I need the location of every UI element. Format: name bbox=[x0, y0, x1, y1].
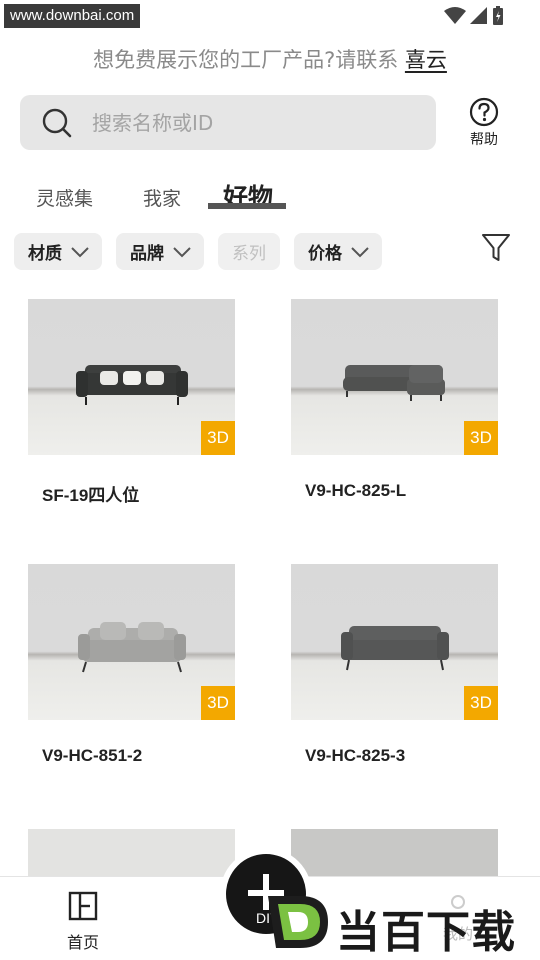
filter-price[interactable]: 价格 bbox=[294, 233, 382, 270]
watermark-url: www.downbai.com bbox=[4, 4, 141, 28]
3d-badge: 3D bbox=[201, 686, 235, 720]
3d-badge: 3D bbox=[464, 421, 498, 455]
product-card[interactable]: 3D V9-HC-825-L bbox=[291, 299, 498, 501]
tab-inspiration[interactable]: 灵感集 bbox=[36, 184, 93, 211]
product-thumbnail bbox=[28, 829, 235, 877]
search-input[interactable] bbox=[92, 110, 392, 135]
nav-home-label: 首页 bbox=[66, 933, 99, 952]
product-title: V9-HC-825-L bbox=[305, 481, 407, 500]
product-title: V9-HC-851-2 bbox=[42, 746, 143, 765]
promo-banner: 想免费展示您的工厂产品?请联系 喜云 bbox=[0, 44, 540, 74]
product-title: SF-19四人位 bbox=[42, 486, 140, 505]
chevron-down-icon bbox=[173, 246, 191, 257]
wifi-icon bbox=[444, 7, 466, 24]
category-tabs: 灵感集 我家 好物 bbox=[0, 178, 540, 218]
product-card[interactable] bbox=[291, 829, 498, 877]
filter-series: 系列 bbox=[218, 233, 280, 270]
product-card[interactable] bbox=[28, 829, 235, 877]
help-icon bbox=[469, 97, 499, 127]
filter-brand[interactable]: 品牌 bbox=[116, 233, 204, 270]
product-thumbnail: 3D bbox=[28, 564, 235, 720]
chevron-down-icon bbox=[71, 246, 89, 257]
home-icon bbox=[68, 891, 98, 921]
filter-material-label: 材质 bbox=[28, 244, 62, 264]
status-icons bbox=[444, 6, 504, 26]
contact-link[interactable]: 喜云 bbox=[405, 48, 447, 72]
logo-d-icon bbox=[268, 896, 328, 948]
product-title: V9-HC-825-3 bbox=[305, 746, 406, 765]
product-thumbnail: 3D bbox=[291, 564, 498, 720]
chevron-down-icon bbox=[351, 246, 369, 257]
search-icon bbox=[42, 108, 72, 137]
status-bar: www.downbai.com bbox=[0, 0, 540, 30]
help-label: 帮助 bbox=[470, 132, 498, 148]
site-logo-text: 当百下载 bbox=[336, 907, 516, 958]
3d-badge: 3D bbox=[201, 421, 235, 455]
search-bar[interactable] bbox=[20, 95, 436, 150]
product-card[interactable]: 3D V9-HC-851-2 bbox=[28, 564, 235, 766]
product-thumbnail bbox=[291, 829, 498, 877]
product-card[interactable]: 3D V9-HC-825-3 bbox=[291, 564, 498, 766]
product-thumbnail: 3D bbox=[28, 299, 235, 455]
filter-funnel-icon[interactable] bbox=[481, 232, 511, 264]
3d-badge: 3D bbox=[464, 686, 498, 720]
active-tab-indicator bbox=[208, 203, 286, 209]
product-thumbnail: 3D bbox=[291, 299, 498, 455]
site-logo-watermark: 当百下载 bbox=[262, 886, 540, 960]
signal-icon bbox=[470, 7, 487, 24]
filter-material[interactable]: 材质 bbox=[14, 233, 102, 270]
product-card[interactable]: 3D SF-19四人位 bbox=[28, 299, 235, 506]
filter-price-label: 价格 bbox=[308, 244, 342, 264]
tab-my-home[interactable]: 我家 bbox=[143, 184, 181, 211]
help-button[interactable]: 帮助 bbox=[464, 97, 504, 149]
promo-text: 想免费展示您的工厂产品?请联系 bbox=[93, 48, 405, 72]
nav-home[interactable]: 首页 bbox=[62, 891, 104, 953]
filter-brand-label: 品牌 bbox=[130, 244, 164, 264]
filter-series-label: 系列 bbox=[232, 244, 266, 264]
battery-icon bbox=[493, 6, 503, 25]
